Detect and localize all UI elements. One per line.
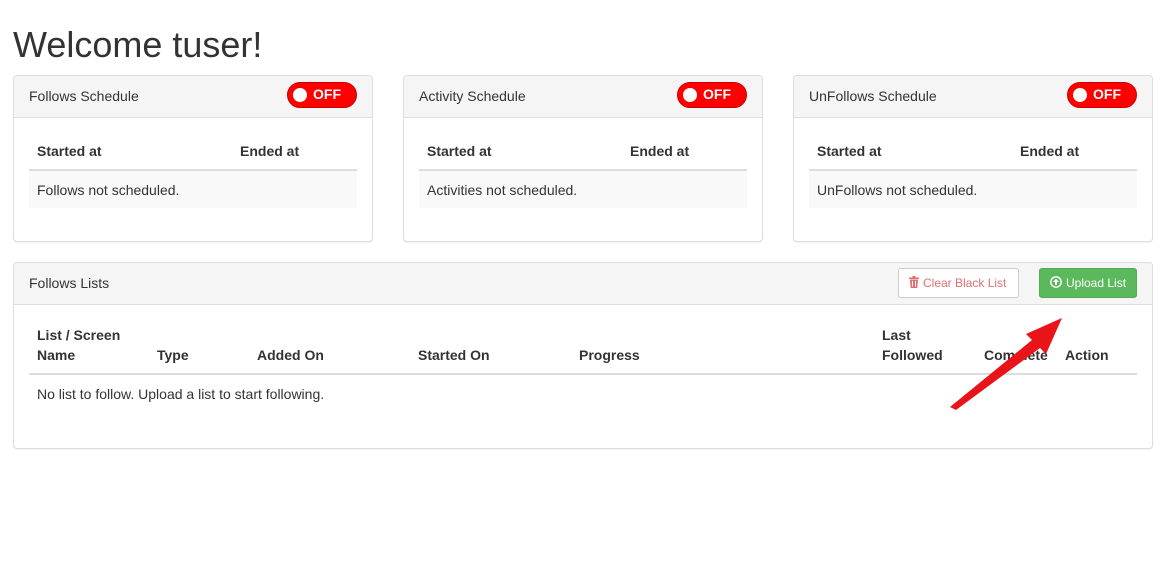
toggle-label: OFF xyxy=(703,86,731,102)
panel-heading: Follows Lists Clear Black List Upload Li… xyxy=(14,263,1152,305)
clear-black-list-label: Clear Black List xyxy=(923,276,1007,290)
page-title: Welcome tuser! xyxy=(13,24,263,65)
upload-list-button[interactable]: Upload List xyxy=(1039,268,1137,298)
follows-schedule-panel: Follows Schedule OFF Started at Ended at… xyxy=(13,75,373,242)
column-header-action: Action xyxy=(1057,325,1137,375)
activity-schedule-panel: Activity Schedule OFF Started at Ended a… xyxy=(403,75,763,242)
table-row: Activities not scheduled. xyxy=(419,170,747,208)
follows-lists-panel: Follows Lists Clear Black List Upload Li… xyxy=(13,262,1153,449)
table-row: Follows not scheduled. xyxy=(29,170,357,208)
toggle-label: OFF xyxy=(1093,86,1121,102)
unfollows-schedule-toggle[interactable]: OFF xyxy=(1067,82,1137,108)
unfollows-schedule-panel: UnFollows Schedule OFF Started at Ended … xyxy=(793,75,1153,242)
activity-schedule-toggle[interactable]: OFF xyxy=(677,82,747,108)
follows-schedule-toggle[interactable]: OFF xyxy=(287,82,357,108)
column-header-ended-at: Ended at xyxy=(1012,138,1137,171)
empty-message: No list to follow. Upload a list to star… xyxy=(37,385,325,402)
panel-title: Follows Schedule xyxy=(29,88,139,104)
column-header-last-followed: Last Followed xyxy=(874,325,976,375)
panel-heading: UnFollows Schedule OFF xyxy=(794,76,1152,118)
panel-heading: Follows Schedule OFF xyxy=(14,76,372,118)
panel-title: Follows Lists xyxy=(29,275,110,291)
column-header-list-name: List / Screen Name xyxy=(29,325,149,375)
toggle-label: OFF xyxy=(313,86,341,102)
column-header-started-at: Started at xyxy=(29,138,232,171)
follows-lists-table: List / Screen Name Type Added On Started… xyxy=(29,325,1137,412)
unfollows-schedule-table: Started at Ended at UnFollows not schedu… xyxy=(809,138,1137,208)
follows-schedule-table: Started at Ended at Follows not schedule… xyxy=(29,138,357,208)
column-header-type: Type xyxy=(149,325,249,375)
circle-arrow-up-icon xyxy=(1050,269,1062,297)
column-header-progress: Progress xyxy=(571,325,874,375)
table-row: No list to follow. Upload a list to star… xyxy=(29,374,1137,412)
panel-title: Activity Schedule xyxy=(419,88,526,104)
activity-schedule-table: Started at Ended at Activities not sched… xyxy=(419,138,747,208)
toggle-knob xyxy=(293,88,307,102)
clear-black-list-button[interactable]: Clear Black List xyxy=(898,268,1019,298)
toggle-knob xyxy=(683,88,697,102)
trash-icon xyxy=(909,269,919,297)
column-header-ended-at: Ended at xyxy=(622,138,747,171)
table-row: UnFollows not scheduled. xyxy=(809,170,1137,208)
column-header-list-name-line2: Name xyxy=(37,347,76,363)
column-header-list-name-line1: List / Screen xyxy=(37,327,121,343)
panel-heading: Activity Schedule OFF xyxy=(404,76,762,118)
column-header-ended-at: Ended at xyxy=(232,138,357,171)
column-header-started-at: Started at xyxy=(809,138,1012,171)
empty-message: Follows not scheduled. xyxy=(29,170,357,208)
empty-message: Activities not scheduled. xyxy=(419,170,747,208)
column-header-started-on: Started On xyxy=(410,325,571,375)
column-header-complete: Complete xyxy=(976,325,1057,375)
column-header-started-at: Started at xyxy=(419,138,622,171)
column-header-added-on: Added On xyxy=(249,325,410,375)
upload-list-label: Upload List xyxy=(1066,276,1127,290)
panel-title: UnFollows Schedule xyxy=(809,88,937,104)
empty-message: UnFollows not scheduled. xyxy=(809,170,1137,208)
toggle-knob xyxy=(1073,88,1087,102)
